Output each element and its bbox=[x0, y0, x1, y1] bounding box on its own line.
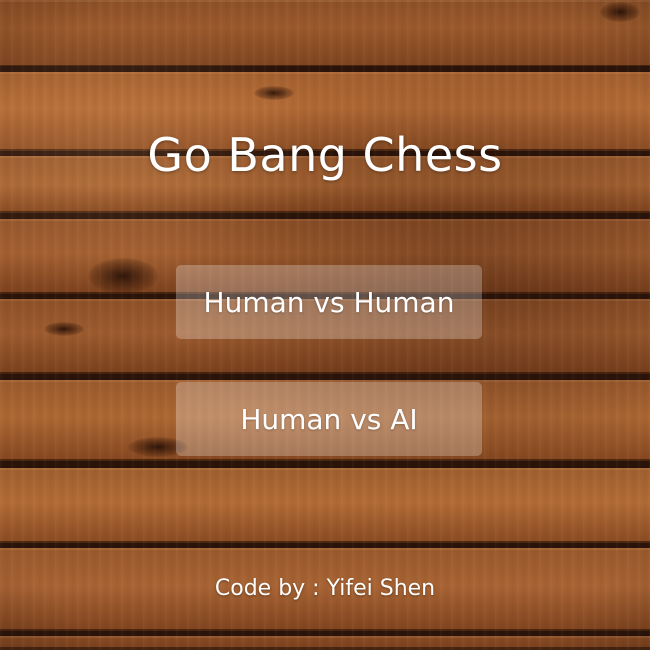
human-vs-ai-label: Human vs AI bbox=[240, 402, 418, 436]
game-title: Go Bang Chess bbox=[147, 128, 503, 182]
human-vs-human-button[interactable]: Human vs Human bbox=[176, 265, 482, 339]
start-screen: Go Bang Chess Human vs Human Human vs AI… bbox=[0, 0, 650, 650]
human-vs-ai-button[interactable]: Human vs AI bbox=[176, 382, 482, 456]
human-vs-human-label: Human vs Human bbox=[203, 285, 455, 319]
author-credit: Code by : Yifei Shen bbox=[214, 576, 436, 601]
